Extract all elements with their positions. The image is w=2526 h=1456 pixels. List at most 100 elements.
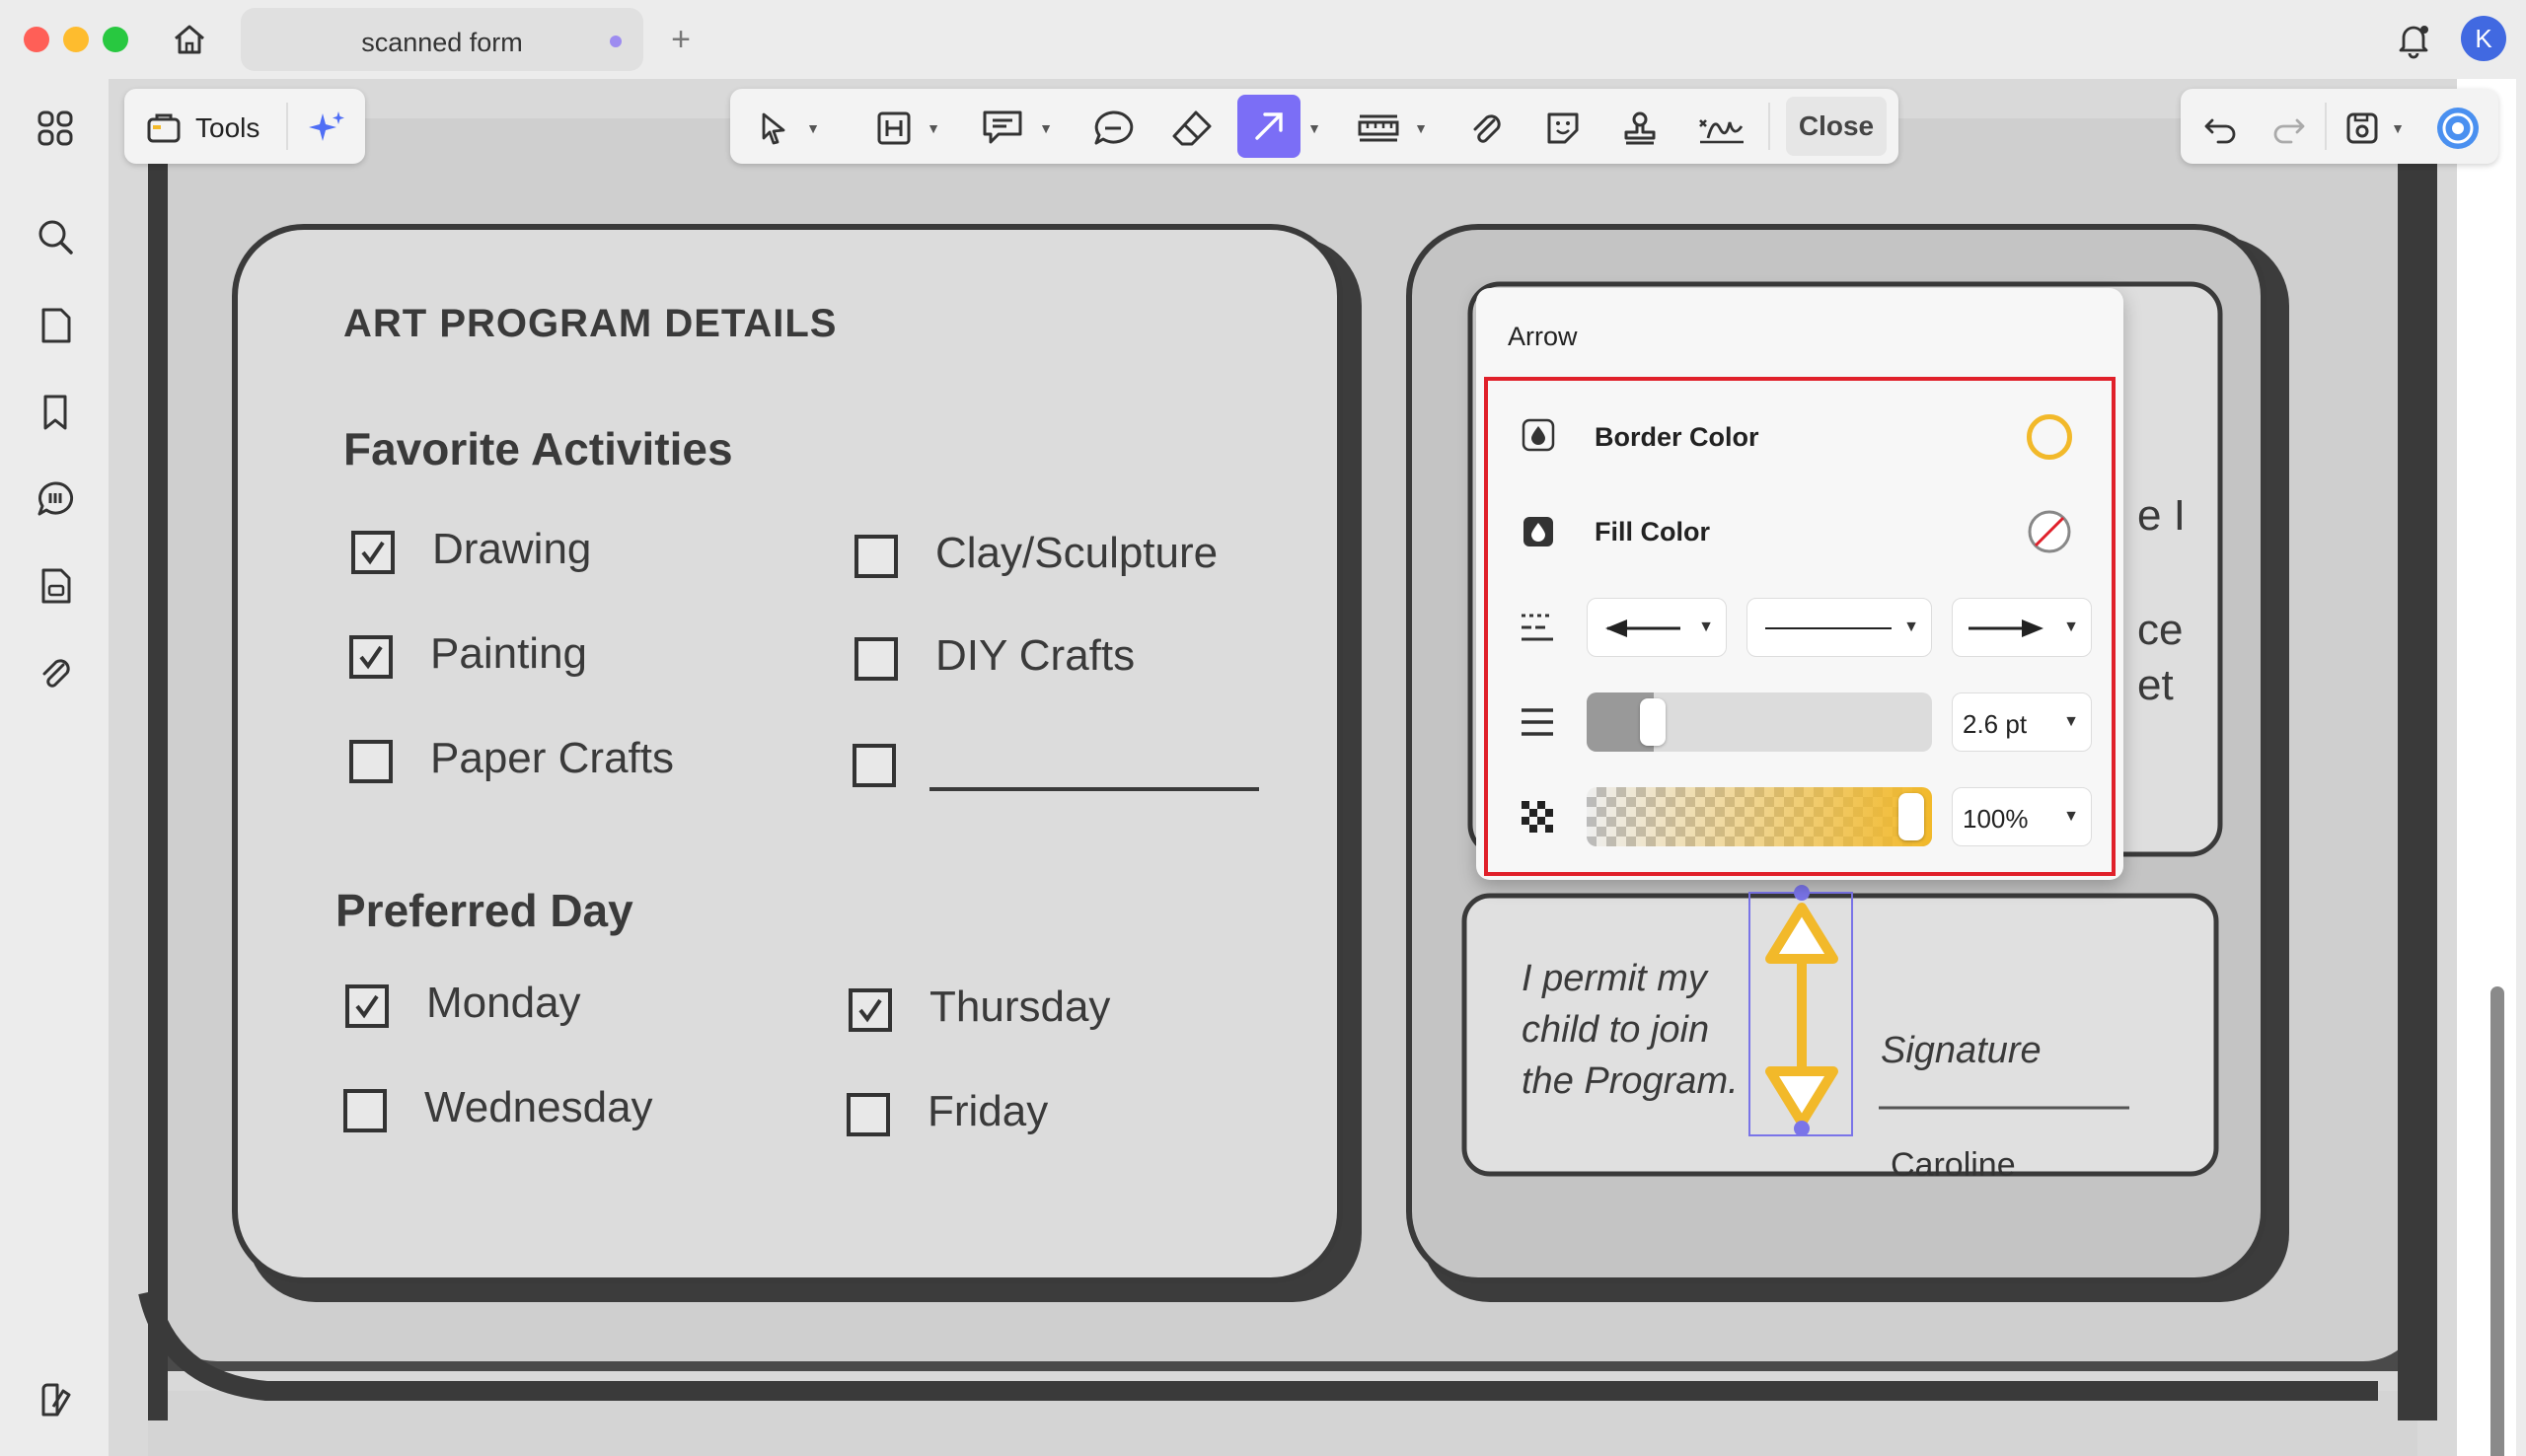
text-box-icon[interactable] bbox=[872, 105, 916, 152]
end-arrow-dropdown[interactable]: ▼ bbox=[1952, 598, 2092, 657]
new-tab-button[interactable]: + bbox=[663, 22, 699, 57]
activity-label: Drawing bbox=[432, 525, 592, 573]
bookmark-icon[interactable] bbox=[32, 389, 79, 436]
signature-icon[interactable] bbox=[1695, 105, 1748, 152]
toolbar-divider bbox=[2325, 103, 2327, 150]
pages-icon[interactable] bbox=[32, 302, 79, 349]
arrow-end-handle[interactable] bbox=[1794, 1121, 1810, 1136]
opacity-dropdown[interactable]: 100% ▼ bbox=[1952, 787, 2092, 846]
start-arrow-dropdown[interactable]: ▼ bbox=[1587, 598, 1727, 657]
chevron-down-icon[interactable]: ▼ bbox=[2388, 105, 2408, 152]
history-toolbar: ▼ bbox=[2181, 89, 2498, 164]
toolbar-divider bbox=[286, 103, 288, 150]
chevron-down-icon[interactable]: ▼ bbox=[803, 105, 823, 152]
home-icon[interactable] bbox=[170, 20, 209, 59]
permit-line: I permit my bbox=[1522, 958, 1707, 999]
chevron-down-icon[interactable]: ▼ bbox=[924, 105, 943, 152]
tab-title: scanned form bbox=[361, 28, 523, 57]
arrow-tool-button[interactable] bbox=[1237, 95, 1300, 158]
measure-icon[interactable] bbox=[1354, 105, 1403, 152]
border-color-swatch[interactable] bbox=[2027, 414, 2072, 460]
toolbar-divider bbox=[1768, 103, 1770, 150]
day-checkbox[interactable] bbox=[345, 984, 389, 1028]
left-sidebar bbox=[0, 79, 109, 1456]
signature-label: Signature bbox=[1881, 1030, 2042, 1071]
thumbnails-icon[interactable] bbox=[32, 105, 79, 152]
activity-checkbox[interactable] bbox=[349, 740, 393, 783]
tools-label[interactable]: Tools bbox=[195, 112, 260, 144]
document-viewer: ART PROGRAM DETAILS Favorite Activities … bbox=[109, 79, 2516, 1456]
attach-file-icon[interactable] bbox=[1464, 105, 1508, 152]
ai-assistant-icon[interactable] bbox=[2433, 105, 2483, 152]
activity-checkbox[interactable] bbox=[351, 531, 395, 574]
day-label: Wednesday bbox=[424, 1083, 653, 1131]
activity-checkbox[interactable] bbox=[349, 635, 393, 679]
opacity-slider[interactable] bbox=[1587, 787, 1932, 846]
fill-color-label: Fill Color bbox=[1595, 517, 1710, 546]
document-info-icon[interactable] bbox=[32, 562, 79, 610]
day-checkbox[interactable] bbox=[847, 1093, 890, 1136]
checkmark-icon bbox=[858, 998, 882, 1023]
opacity-slider-knob[interactable] bbox=[1898, 793, 1924, 840]
activity-checkbox[interactable] bbox=[853, 744, 896, 787]
redo-icon[interactable] bbox=[2269, 105, 2309, 152]
thickness-dropdown[interactable]: 2.6 pt ▼ bbox=[1952, 692, 2092, 752]
document-tab[interactable]: scanned form bbox=[241, 8, 643, 71]
fill-color-none-swatch[interactable] bbox=[2027, 509, 2072, 554]
day-checkbox[interactable] bbox=[849, 988, 892, 1032]
start-arrowhead-icon bbox=[1605, 619, 1680, 637]
notification-bell-icon[interactable] bbox=[2392, 18, 2435, 61]
eraser-icon[interactable] bbox=[1168, 105, 1216, 152]
thickness-slider-knob[interactable] bbox=[1640, 698, 1666, 746]
minimize-window-button[interactable] bbox=[63, 27, 89, 52]
stamp-icon[interactable] bbox=[1618, 105, 1662, 152]
chevron-down-icon[interactable]: ▼ bbox=[1304, 105, 1324, 152]
ai-sparkle-icon[interactable] bbox=[306, 105, 349, 152]
signature-value: Caroline bbox=[1891, 1146, 2016, 1184]
toolbox-icon[interactable] bbox=[144, 105, 184, 152]
day-checkbox[interactable] bbox=[343, 1089, 387, 1132]
comments-icon[interactable] bbox=[32, 475, 79, 523]
fill-color-icon bbox=[1522, 515, 1555, 548]
sidebar-toggle-icon[interactable] bbox=[32, 1377, 79, 1424]
avatar[interactable]: K bbox=[2461, 16, 2506, 61]
sticker-icon[interactable] bbox=[1541, 105, 1585, 152]
day-label: Friday bbox=[928, 1087, 1049, 1135]
arrow-annotation[interactable] bbox=[1748, 885, 1853, 1136]
permit-line: the Program. bbox=[1522, 1060, 1739, 1102]
close-tool-button[interactable]: Close bbox=[1786, 97, 1887, 156]
line-dash-dropdown[interactable]: ▼ bbox=[1746, 598, 1932, 657]
chevron-down-icon[interactable]: ▼ bbox=[1411, 105, 1431, 152]
comment-callout-icon[interactable] bbox=[979, 105, 1026, 152]
vertical-scrollbar[interactable] bbox=[2490, 986, 2504, 1456]
search-icon[interactable] bbox=[32, 213, 79, 260]
day-label: Monday bbox=[426, 979, 581, 1027]
activity-label: DIY Crafts bbox=[935, 631, 1136, 680]
permission-text: I permit my child to join the Program. bbox=[1522, 953, 1739, 1107]
attachment-icon[interactable] bbox=[32, 649, 79, 696]
select-cursor-icon[interactable] bbox=[752, 105, 795, 152]
undo-icon[interactable] bbox=[2200, 105, 2240, 152]
activity-checkbox[interactable] bbox=[854, 535, 898, 578]
permit-line: child to join bbox=[1522, 1009, 1710, 1051]
checkmark-icon bbox=[355, 994, 379, 1019]
arrow-icon bbox=[1255, 112, 1283, 140]
day-label: Thursday bbox=[929, 983, 1111, 1031]
partial-text-3: et bbox=[2137, 661, 2174, 709]
save-icon[interactable] bbox=[2342, 105, 2382, 152]
close-window-button[interactable] bbox=[24, 27, 49, 52]
thickness-slider[interactable] bbox=[1587, 692, 1932, 752]
arrow-start-handle[interactable] bbox=[1794, 885, 1810, 901]
arrow-properties-popup: Arrow Border Color Fill Color ▼ ▼ ▼ 2.6 … bbox=[1476, 288, 2123, 880]
line-style-icon bbox=[1520, 610, 1555, 645]
annotation-toolbar: ▼ ▼ ▼ ▼ ▼ Close bbox=[730, 89, 1898, 164]
chevron-down-icon[interactable]: ▼ bbox=[1036, 105, 1056, 152]
checkmark-icon bbox=[361, 541, 385, 565]
opacity-checker-icon bbox=[1520, 799, 1555, 835]
partial-text-2: ce bbox=[2137, 606, 2184, 654]
section-title: ART PROGRAM DETAILS bbox=[343, 302, 838, 345]
note-comment-icon[interactable] bbox=[1089, 105, 1137, 152]
end-arrowhead-icon bbox=[1969, 619, 2043, 637]
activity-checkbox[interactable] bbox=[854, 637, 898, 681]
zoom-window-button[interactable] bbox=[103, 27, 128, 52]
